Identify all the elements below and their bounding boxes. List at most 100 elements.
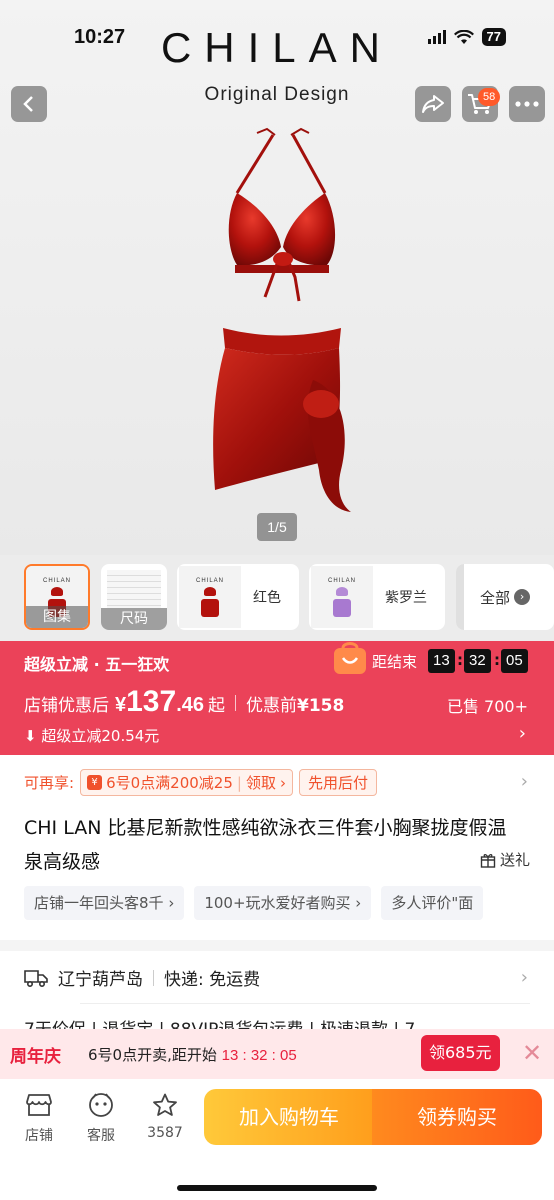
more-icon	[515, 101, 539, 107]
original-price-label: 优惠前	[246, 696, 297, 716]
bikini-top-image	[228, 127, 336, 302]
shipping-divider-line	[80, 1003, 530, 1004]
service-tab[interactable]: 客服	[76, 1091, 126, 1145]
thumb-brand: CHILAN	[195, 577, 224, 584]
anniversary-countdown: 13 : 32 : 05	[221, 1047, 297, 1064]
thumb-all[interactable]: 全部 ›	[456, 564, 554, 630]
service-label: 客服	[87, 1128, 115, 1144]
thumb-image: CHILAN	[179, 566, 241, 628]
thumb-brand: CHILAN	[42, 577, 71, 584]
tag-item[interactable]: 多人评价"面	[381, 886, 484, 920]
price-integer: 137	[126, 685, 177, 718]
product-info-card: 可再享: ¥ 6号0点满200减25 | 领取 › 先用后付 › CHI LAN…	[0, 755, 554, 940]
gallery-page-indicator: 1/5	[257, 513, 297, 541]
thumb-label: 紫罗兰	[385, 590, 427, 606]
share-icon	[422, 95, 444, 113]
tag-label: 多人评价"面	[391, 894, 474, 912]
battery-indicator: 77	[481, 28, 506, 46]
coupon-divider: |	[236, 773, 242, 792]
coupon-chip[interactable]: ¥ 6号0点满200减25 | 领取 ›	[80, 769, 293, 796]
price-label: 店铺优惠后	[24, 696, 109, 716]
gift-label: 送礼	[499, 851, 530, 869]
thumb-gallery[interactable]: CHILAN 图集	[24, 564, 90, 630]
more-button[interactable]	[509, 86, 545, 122]
coupon-icon: ¥	[87, 775, 103, 790]
chevron-right-icon: ›	[279, 773, 286, 792]
share-button[interactable]	[415, 86, 451, 122]
pay-later-chip[interactable]: 先用后付	[298, 769, 377, 796]
thumb-image: CHILAN	[311, 566, 373, 628]
thumb-size-chart[interactable]: 尺码	[101, 564, 167, 630]
tag-list: 店铺一年回头客8千 › 100+玩水爱好者购买 › 多人评价"面	[24, 886, 484, 920]
promo-title: 超级立减 · 五一狂欢	[24, 655, 170, 674]
sold-count: 已售 700+	[446, 697, 528, 716]
product-title: CHI LAN 比基尼新款性感纯欲泳衣三件套小胸聚拢度假温泉高级感	[24, 817, 507, 873]
claim-coupon-button[interactable]: 领685元	[421, 1035, 500, 1071]
price-suffix: 起	[208, 696, 225, 716]
thumb-label: 尺码	[101, 608, 167, 630]
thumb-top-shape	[204, 586, 216, 596]
cart-count-badge: 58	[478, 88, 501, 106]
shipping-delivery: 快递: 免运费	[164, 970, 261, 990]
coupon-row[interactable]: 可再享: ¥ 6号0点满200减25 | 领取 › 先用后付	[24, 769, 377, 796]
countdown-label: 距结束	[372, 653, 418, 671]
thumb-label: 红色	[253, 590, 281, 606]
thumb-color-violet[interactable]: CHILAN 紫罗兰	[309, 564, 445, 630]
add-to-cart-button[interactable]: 加入购物车	[204, 1089, 374, 1145]
back-button[interactable]	[11, 86, 47, 122]
store-icon	[26, 1094, 52, 1116]
promo-discount-text: 超级立减20.54元	[41, 727, 160, 745]
thumb-top-shape	[51, 586, 63, 596]
anniversary-bar[interactable]: 周年庆 6号0点开卖,距开始 13 : 32 : 05 领685元 ✕	[0, 1029, 554, 1079]
promo-banner[interactable]: 超级立减 · 五一狂欢 距结束 13 : 32 : 05 店铺优惠后 ¥ 137…	[0, 641, 554, 755]
product-gallery[interactable]: 10:27 CHILAN 77 Original Design 58 1/5	[0, 0, 554, 555]
shopping-bag-icon	[334, 642, 366, 674]
tag-label: 100+玩水爱好者购买	[204, 894, 351, 912]
favorite-count: 3587	[147, 1125, 183, 1141]
original-price: ¥158	[297, 696, 345, 716]
promo-discount-note: ⬇ 超级立减20.54元	[24, 725, 159, 746]
chevron-right-icon: ›	[514, 589, 531, 605]
thumb-color-red[interactable]: CHILAN 红色	[177, 564, 299, 630]
store-label: 店铺	[25, 1128, 53, 1144]
price-divider	[235, 695, 236, 711]
size-table-image	[107, 570, 161, 608]
signal-icon	[427, 30, 446, 44]
countdown-hours: 13	[428, 649, 455, 673]
close-icon[interactable]: ✕	[522, 1039, 542, 1067]
store-tab[interactable]: 店铺	[14, 1091, 64, 1145]
favorite-tab[interactable]: 3587	[140, 1091, 190, 1141]
thumb-skirt-shape	[333, 598, 351, 617]
tag-item[interactable]: 100+玩水爱好者购买 ›	[194, 886, 372, 920]
customer-service-icon	[89, 1093, 113, 1117]
chevron-right-icon: ›	[520, 967, 528, 988]
shipping-origin: 辽宁葫芦岛	[58, 970, 143, 990]
currency-symbol: ¥	[115, 694, 127, 716]
truck-icon	[24, 969, 48, 987]
countdown-separator: :	[494, 651, 500, 669]
countdown-seconds: 05	[501, 649, 528, 673]
tag-item[interactable]: 店铺一年回头客8千 ›	[24, 886, 185, 920]
status-icons: 77	[427, 28, 506, 46]
anniversary-text: 6号0点开卖,距开始 13 : 32 : 05	[88, 1044, 297, 1065]
star-icon	[153, 1093, 177, 1116]
chevron-left-icon	[23, 96, 33, 112]
chevron-right-icon: ›	[520, 771, 528, 792]
coupon-text: 6号0点满200减25	[106, 774, 233, 792]
price-decimal: .46	[176, 694, 204, 716]
thumb-divider	[456, 564, 464, 630]
buy-with-coupon-button[interactable]: 领券购买	[372, 1089, 542, 1145]
sarong-skirt-image	[213, 328, 351, 512]
bottom-action-bar: 店铺 客服 3587 加入购物车 领券购买	[0, 1079, 554, 1200]
gift-icon	[480, 853, 496, 868]
wifi-icon	[453, 29, 474, 44]
chevron-right-icon: ›	[518, 723, 526, 744]
coupon-claim: 领取	[245, 774, 276, 792]
countdown-minutes: 32	[464, 649, 491, 673]
gift-button[interactable]: 送礼	[480, 849, 530, 870]
thumb-top-shape	[336, 586, 348, 596]
thumb-all-label: 全部	[480, 588, 511, 607]
tag-label: 店铺一年回头客8千	[34, 894, 164, 912]
shipping-card[interactable]: 辽宁葫芦岛 快递: 免运费 › 7天价保 | 退货宝 | 88VIP退货包运费 …	[0, 951, 554, 1040]
shipping-row: 辽宁葫芦岛 快递: 免运费	[24, 965, 260, 990]
